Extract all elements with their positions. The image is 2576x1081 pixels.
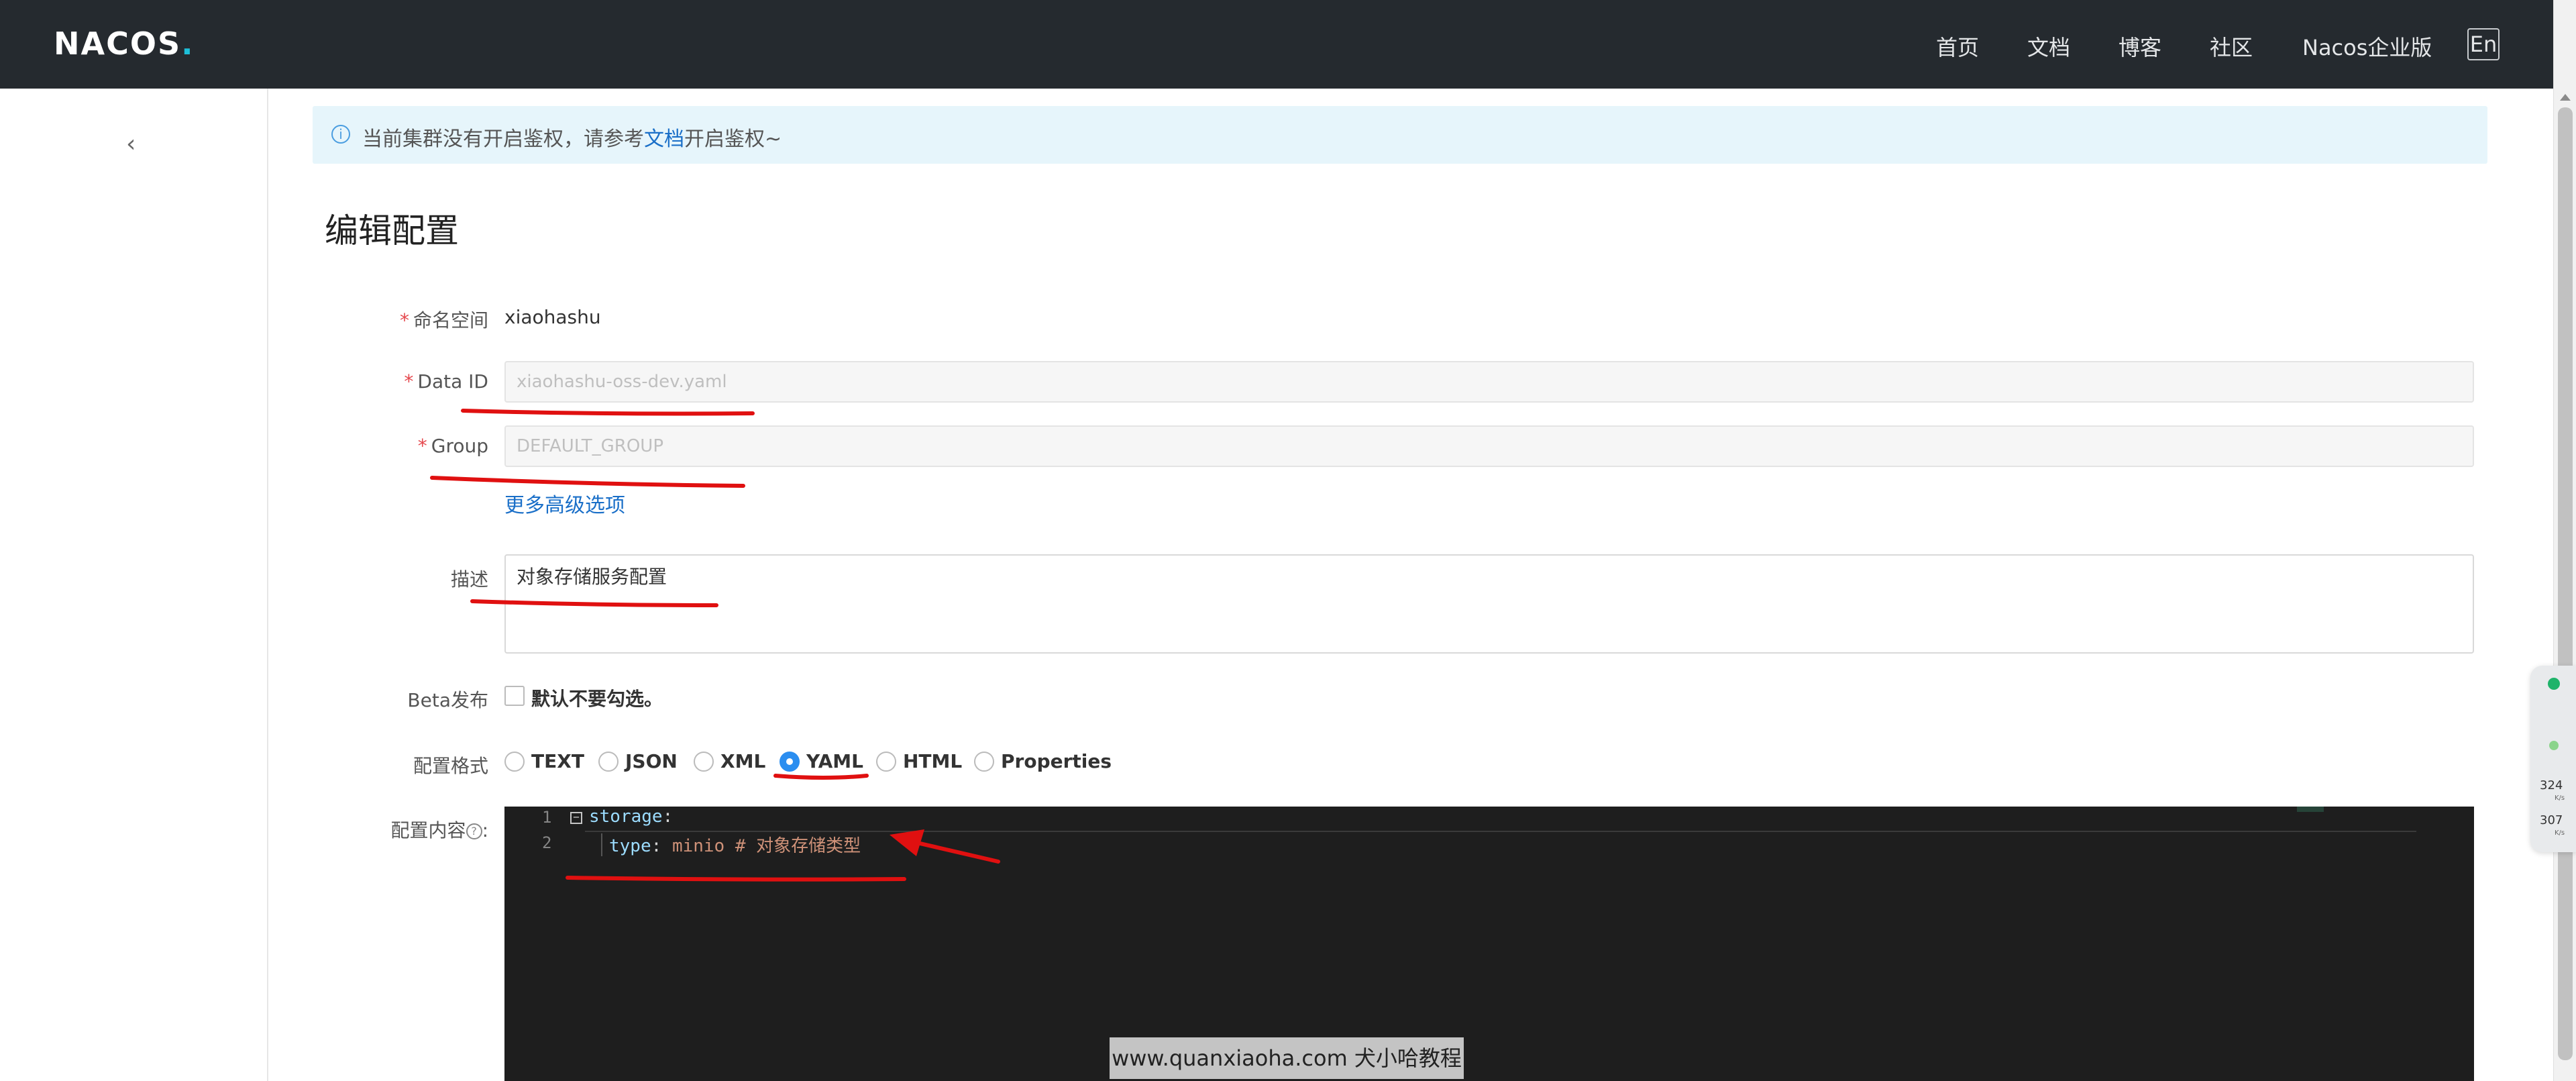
download-speed: 307 [2540,813,2563,827]
group-label: * Group [417,435,488,457]
code-line[interactable]: storage: [589,807,673,827]
format-radio-json[interactable] [598,752,619,772]
banner-docs-link[interactable]: 文档 [644,127,684,151]
content-label: 配置内容?: [390,819,488,841]
status-dot-icon [2548,678,2560,690]
nav-blog[interactable]: 博客 [2118,31,2161,62]
download-unit: K/s [2555,829,2565,837]
upload-speed: 324 [2540,778,2563,792]
status-dot-icon [2549,741,2559,750]
annotation-underline-data-id [461,409,755,416]
code-line[interactable]: type: minio # 对象存储类型 [609,832,861,857]
language-switch-button[interactable]: En [2467,28,2500,60]
nav-community[interactable]: 社区 [2210,31,2253,62]
description-label: 描述 [450,568,488,590]
banner-text: 当前集群没有开启鉴权，请参考文档开启鉴权~ [362,127,782,151]
nacos-logo[interactable]: NACOS. [54,25,195,62]
format-label: 配置格式 [413,755,488,777]
format-label-json[interactable]: JSON [625,750,678,772]
format-radio-html[interactable] [876,752,896,772]
group-input[interactable]: DEFAULT_GROUP [504,425,2474,467]
format-radio-yaml[interactable] [780,752,800,772]
format-label-text[interactable]: TEXT [531,750,584,772]
format-label-properties[interactable]: Properties [1001,750,1112,772]
data-id-label: * Data ID [404,370,488,393]
page-scrollbar[interactable] [2553,0,2576,1081]
line-number: 1 [542,808,552,827]
nav-docs[interactable]: 文档 [2027,31,2070,62]
format-radio-properties[interactable] [974,752,994,772]
format-radio-text[interactable] [504,752,525,772]
indent-guide [601,833,602,856]
beta-checkbox[interactable] [504,686,525,706]
annotation-underline-group [430,476,745,488]
fold-collapse-icon[interactable]: − [570,812,582,824]
scroll-up-arrow-icon[interactable] [2560,94,2571,101]
format-label-xml[interactable]: XML [720,750,765,772]
format-radio-xml[interactable] [694,752,714,772]
data-id-input[interactable]: xiaohashu-oss-dev.yaml [504,361,2474,403]
config-code-editor[interactable]: 1 − storage: 2 type: minio # 对象存储类型 [504,807,2474,1081]
editor-minimap[interactable] [2297,807,2324,812]
page-title: 编辑配置 [325,211,459,250]
help-icon[interactable]: ? [466,823,482,839]
watermark-text: www.quanxiaoha.com 犬小哈教程 [1110,1037,1464,1079]
top-nav: NACOS. 首页 文档 博客 社区 Nacos企业版 En [0,0,2553,89]
chevron-left-icon[interactable]: ‹ [126,130,136,158]
format-label-html[interactable]: HTML [903,750,962,772]
scroll-thumb[interactable] [2558,107,2573,1060]
line-number: 2 [542,833,552,852]
beta-label: Beta发布 [407,689,488,711]
auth-warning-banner: i 当前集群没有开启鉴权，请参考文档开启鉴权~ [313,106,2487,164]
namespace-value: xiaohashu [504,306,601,328]
annotation-underline-yaml [773,774,869,780]
advanced-options-link[interactable]: 更多高级选项 [504,488,625,518]
upload-unit: K/s [2555,794,2565,802]
nacos-edit-config-page: NACOS. 首页 文档 博客 社区 Nacos企业版 En ‹ i 当前集群没… [0,0,2576,1081]
description-textarea[interactable]: 对象存储服务配置 [504,554,2474,654]
nav-home[interactable]: 首页 [1936,31,1979,62]
info-icon: i [331,125,350,144]
network-speed-widget[interactable]: 324 K/s 307 K/s [2530,666,2576,852]
namespace-label: * 命名空间 [399,309,488,331]
nav-enterprise[interactable]: Nacos企业版 [2302,31,2432,62]
format-label-yaml[interactable]: YAML [806,750,863,772]
beta-checkbox-label: 默认不要勾选。 [531,688,663,710]
